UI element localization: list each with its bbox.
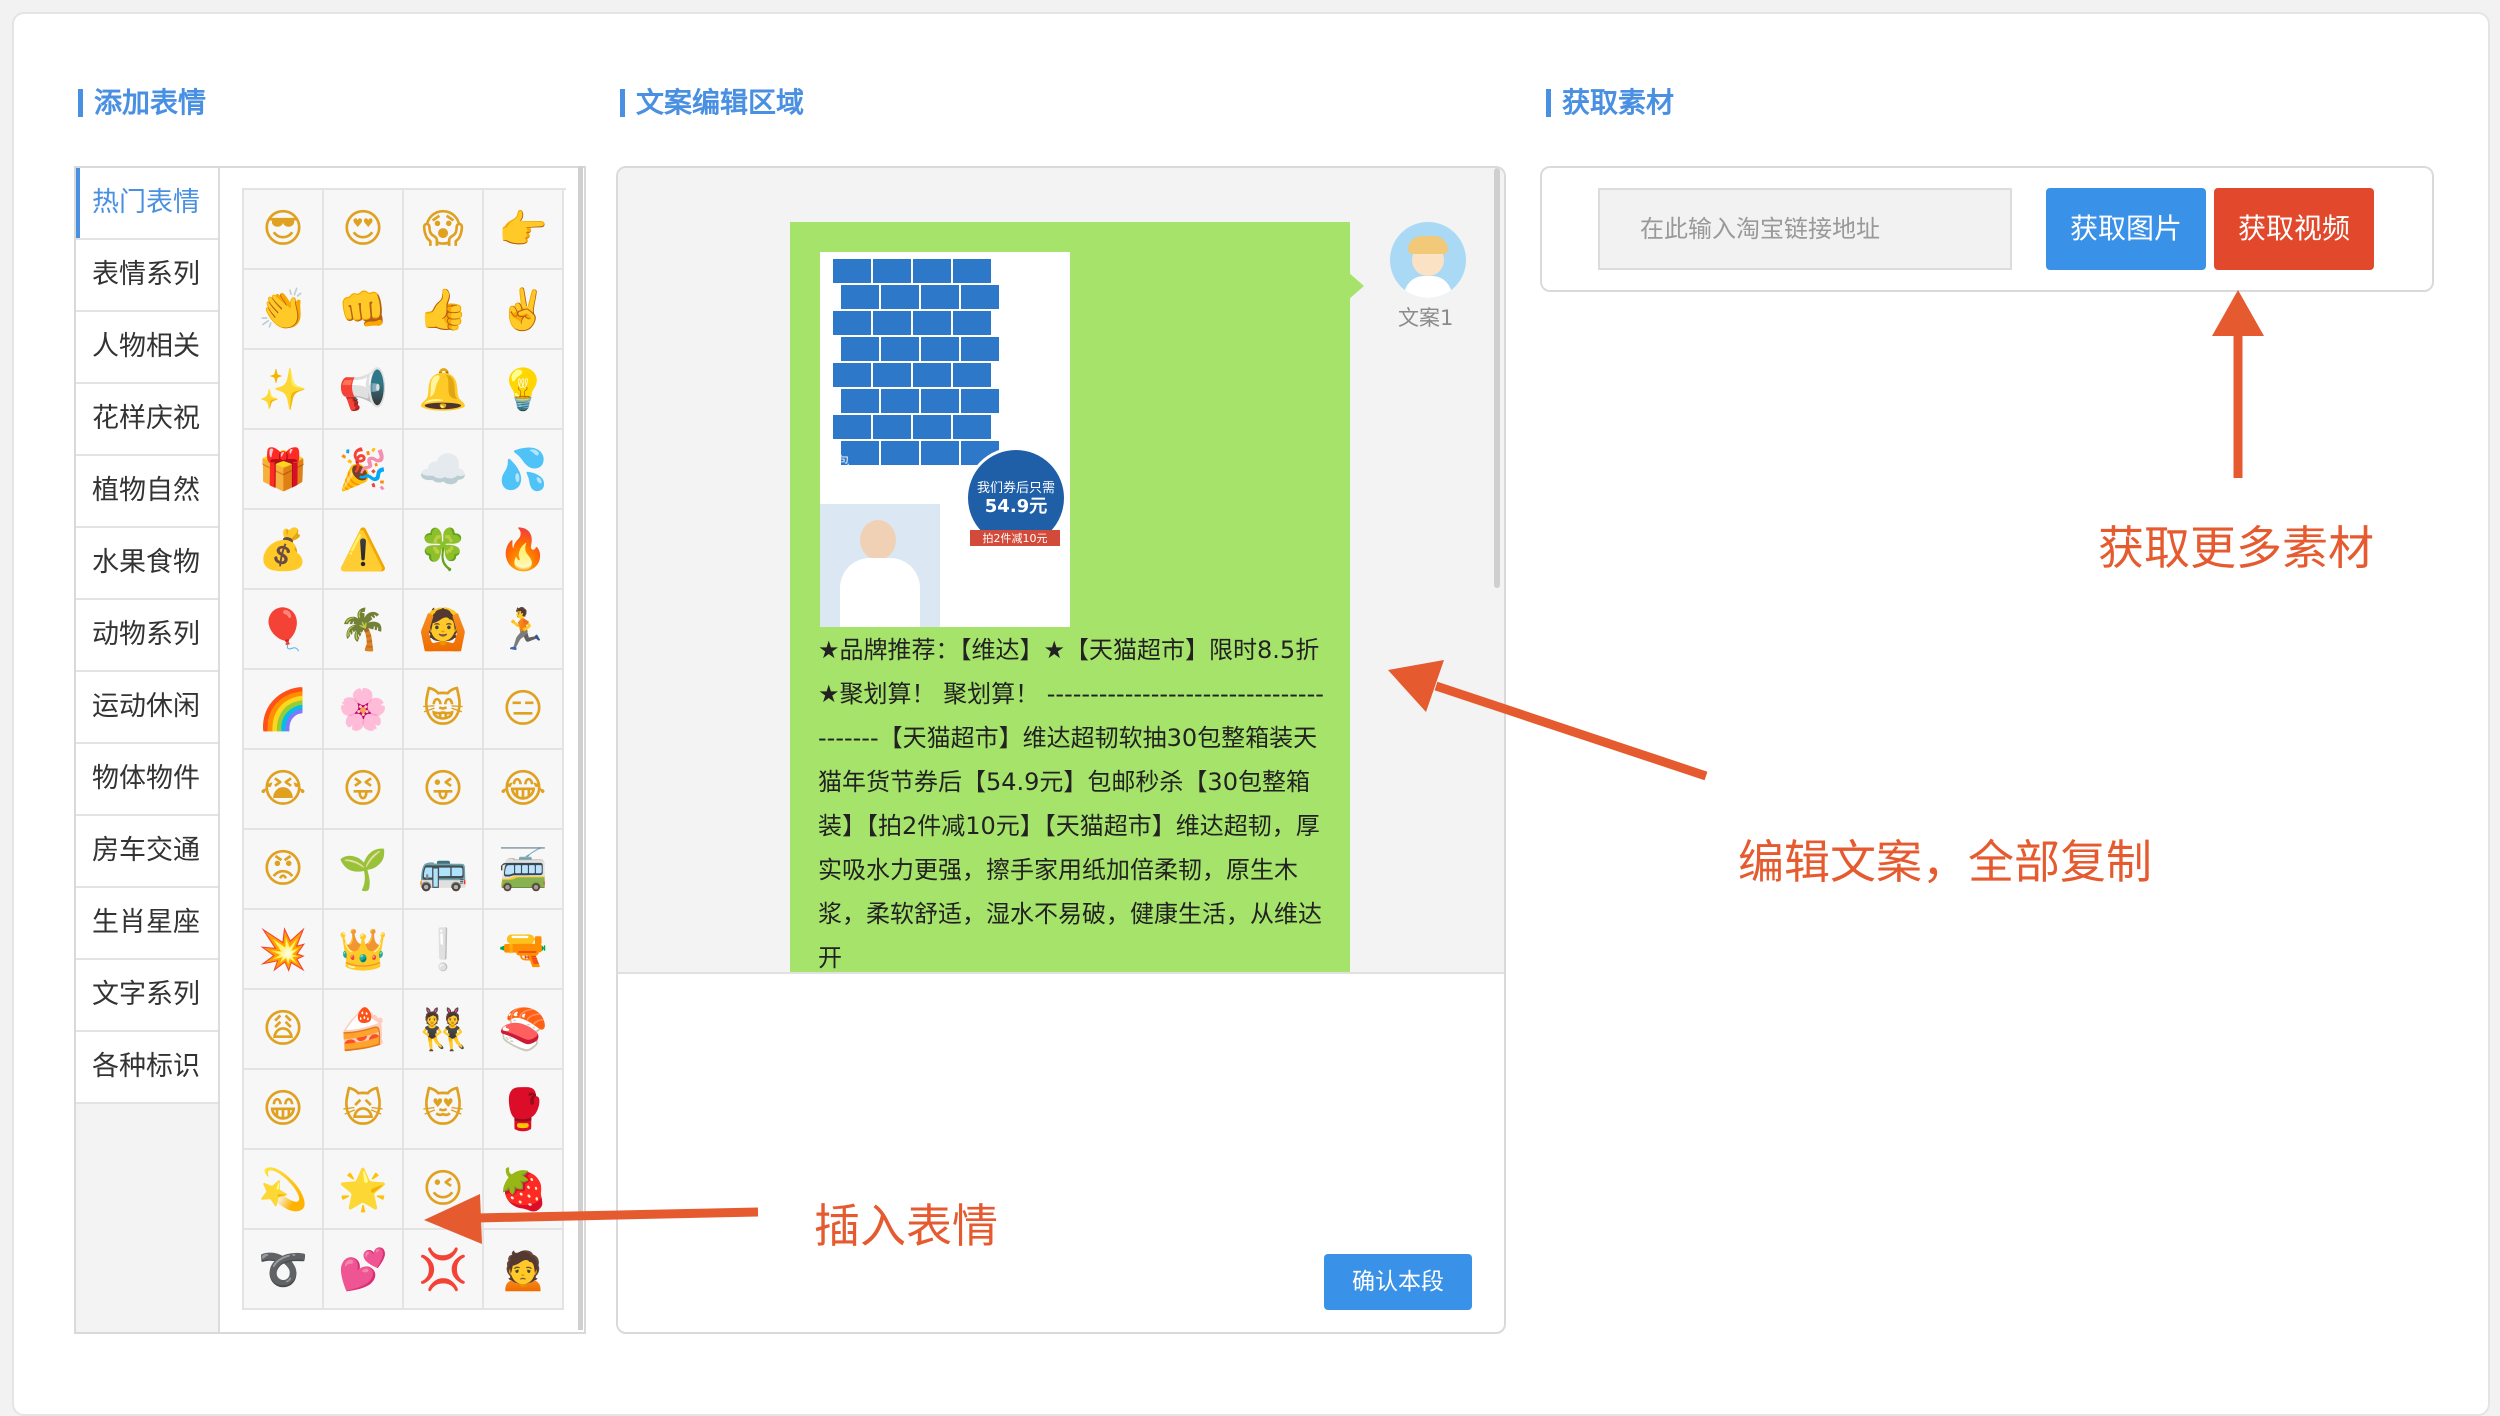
arrow-left-emoji-icon [424,1194,759,1244]
annotation-arrows [424,290,2264,1244]
arrow-left-copy-icon [1388,660,1708,781]
arrow-up-icon [2212,290,2264,478]
